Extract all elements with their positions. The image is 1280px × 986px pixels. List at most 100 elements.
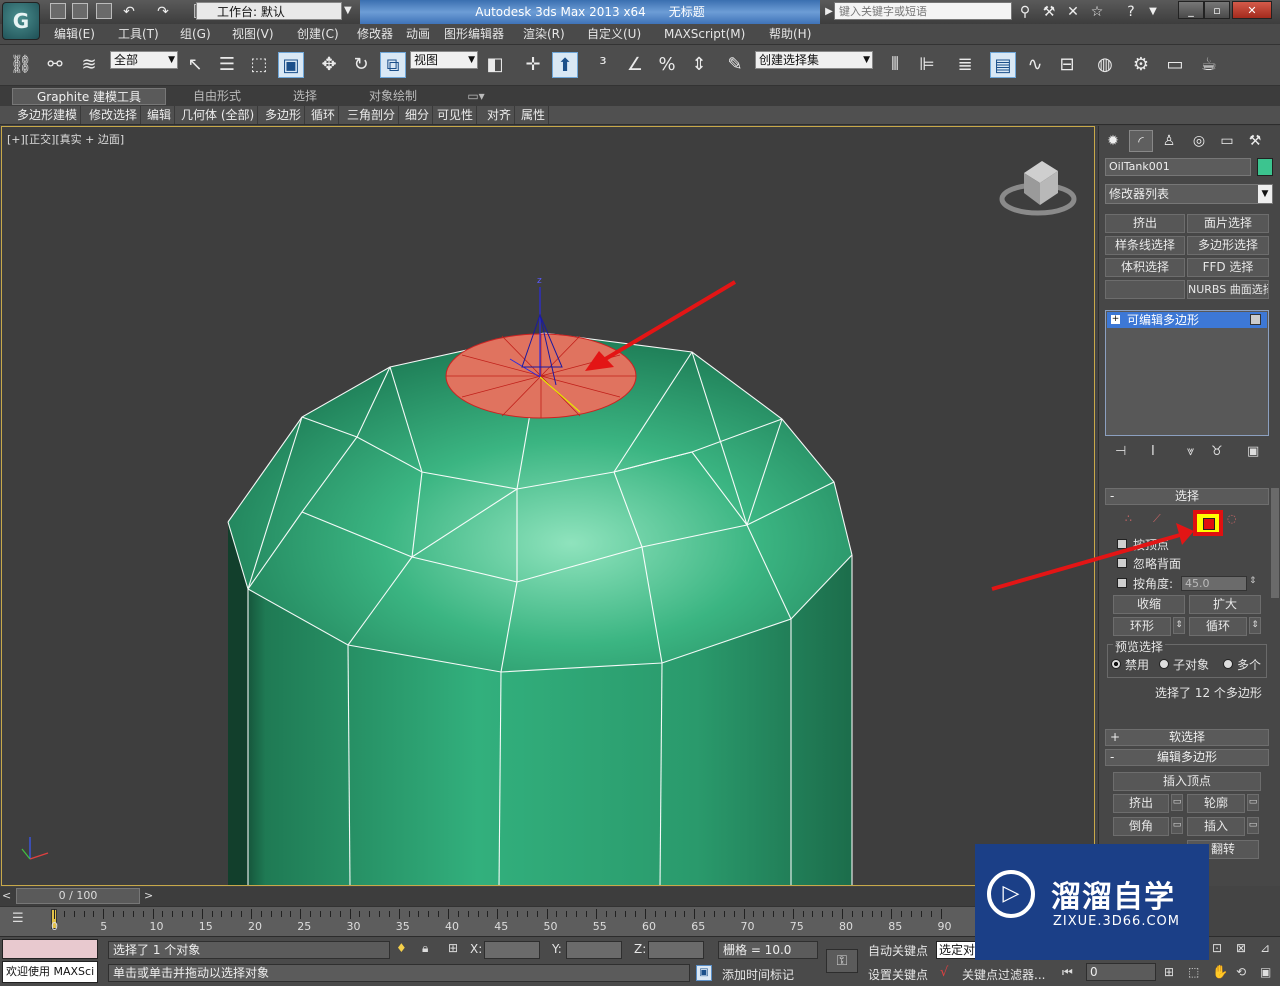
tab-selection[interactable]: 选择	[268, 88, 342, 105]
schematic-view-icon[interactable]: ⊟	[1054, 52, 1080, 78]
menu-item-2[interactable]: 组(G)	[180, 24, 211, 44]
ribbon-item-9[interactable]: 对齐	[484, 106, 516, 124]
angle-snap-icon[interactable]: ∠	[622, 52, 648, 78]
menu-item-0[interactable]: 编辑(E)	[54, 24, 95, 44]
absolute-mode-icon[interactable]: ⊞	[448, 941, 458, 955]
isolate-icon[interactable]: ♦	[396, 941, 407, 955]
render-setup-icon[interactable]: ⚙	[1128, 52, 1154, 78]
bevel-settings-icon[interactable]: ▭	[1171, 817, 1183, 834]
y-coordinate-input[interactable]	[566, 941, 622, 959]
workspace-arrow-icon[interactable]: ▼	[344, 2, 358, 20]
menu-item-9[interactable]: 自定义(U)	[587, 24, 641, 44]
subscription-icon[interactable]: ⚒	[1040, 3, 1058, 21]
zoom-extents-all-icon[interactable]: ⊠	[1236, 941, 1246, 955]
time-config-icon[interactable]: ⊞	[1164, 965, 1174, 979]
mod-empty-button[interactable]	[1105, 280, 1185, 299]
goto-start-icon[interactable]: ⏮	[1062, 965, 1073, 980]
rendered-frame-icon[interactable]: ▭	[1162, 52, 1188, 78]
make-unique-icon[interactable]: ⩔	[1187, 444, 1194, 459]
render-teapot-icon[interactable]: ☕	[1196, 52, 1222, 78]
select-by-name-icon[interactable]: ☰	[214, 52, 240, 78]
modifier-stack[interactable]: + 可编辑多边形	[1105, 310, 1269, 436]
preview-subobject-radio[interactable]	[1159, 659, 1169, 669]
manipulate-icon[interactable]: ✛	[520, 52, 546, 78]
app-logo-icon[interactable]: G	[2, 2, 40, 40]
mod-vol-select-button[interactable]: 体积选择	[1105, 258, 1185, 277]
maxscript-listener[interactable]: 欢迎使用 MAXSci	[2, 961, 98, 983]
pivot-center-icon[interactable]: ◧	[482, 52, 508, 78]
key-filter-icon[interactable]: √	[940, 965, 948, 980]
mod-poly-select-button[interactable]: 多边形选择	[1187, 236, 1269, 255]
workspace-dropdown[interactable]: 工作台: 默认	[196, 2, 342, 20]
named-selection-dropdown[interactable]: 创建选择集 ▼	[755, 51, 873, 69]
save-file-icon[interactable]	[96, 3, 112, 19]
auto-key-button[interactable]: 自动关键点	[868, 942, 928, 959]
help-icon[interactable]: ?	[1122, 3, 1140, 21]
current-frame-input[interactable]: 0	[1086, 963, 1156, 981]
redo-icon[interactable]: ↷	[154, 3, 172, 21]
scale-icon[interactable]: ⧉	[380, 52, 406, 78]
prev-frame-icon[interactable]: <	[2, 889, 11, 902]
menu-item-10[interactable]: MAXScript(M)	[664, 24, 745, 44]
modify-tab-icon[interactable]: ◜	[1129, 130, 1153, 152]
ribbon-item-1[interactable]: 修改选择	[86, 106, 142, 124]
ring-spinner-icon[interactable]: ⇕	[1173, 617, 1185, 634]
pin-stack-icon[interactable]: ⊣	[1115, 444, 1126, 459]
panel-scrollbar[interactable]	[1271, 488, 1279, 598]
perspective-viewport[interactable]: [+][正交][真实 + 边面] z	[1, 126, 1095, 886]
window-crossing-icon[interactable]: ▣	[278, 52, 304, 78]
time-slider-thumb[interactable]: 0 / 100	[16, 888, 140, 904]
stack-item-editable-poly[interactable]: + 可编辑多边形	[1107, 312, 1267, 328]
x-coordinate-input[interactable]	[484, 941, 540, 959]
stack-item-toggle-icon[interactable]	[1250, 314, 1261, 325]
ribbon-options-icon[interactable]: ▭▾	[462, 88, 490, 105]
menu-item-6[interactable]: 动画	[406, 24, 430, 44]
mirror-icon[interactable]: ⫴	[882, 52, 908, 78]
oil-tank-mesh[interactable]: z	[2, 127, 1094, 885]
menu-item-11[interactable]: 帮助(H)	[769, 24, 811, 44]
ribbon-item-4[interactable]: 多边形	[262, 106, 306, 124]
tab-freeform[interactable]: 自由形式	[172, 88, 262, 105]
selected-polygons[interactable]	[445, 333, 637, 419]
loop-spinner-icon[interactable]: ⇕	[1249, 617, 1261, 634]
inset-button[interactable]: 插入	[1187, 817, 1245, 836]
object-color-swatch[interactable]	[1257, 158, 1273, 176]
edit-named-sel-icon[interactable]: ✎	[722, 52, 748, 78]
show-end-result-icon[interactable]: Ⅰ	[1151, 444, 1155, 459]
add-time-tag[interactable]: 添加时间标记	[722, 966, 794, 983]
keyboard-shortcut-icon[interactable]: ⬆	[552, 52, 578, 78]
mod-patch-select-button[interactable]: 面片选择	[1187, 214, 1269, 233]
z-coordinate-input[interactable]	[648, 941, 704, 959]
minimize-button[interactable]: _	[1178, 1, 1204, 19]
next-frame-icon[interactable]: >	[144, 889, 153, 902]
mod-ffd-select-button[interactable]: FFD 选择	[1187, 258, 1269, 277]
align-icon[interactable]: ⊫	[914, 52, 940, 78]
ribbon-item-0[interactable]: 多边形建模	[14, 106, 82, 124]
layer-manager-icon[interactable]: ≣	[952, 52, 978, 78]
soft-selection-rollout-header[interactable]: + 软选择	[1105, 729, 1269, 746]
outline-button[interactable]: 轮廓	[1187, 794, 1245, 813]
menu-item-1[interactable]: 工具(T)	[118, 24, 159, 44]
track-bar[interactable]: ☰ 0 5 10 15 20 25 30 35 40 45 50 55 60 65 70 75 80 85 90	[0, 906, 1095, 937]
object-name-field[interactable]: OilTank001	[1105, 158, 1251, 176]
view-cube[interactable]	[999, 161, 1077, 216]
menu-item-4[interactable]: 创建(C)	[297, 24, 339, 44]
ribbon-item-6[interactable]: 三角剖分	[344, 106, 400, 124]
orbit-icon[interactable]: ⟲	[1236, 965, 1246, 979]
loop-button[interactable]: 循环	[1189, 617, 1247, 636]
select-object-icon[interactable]: ↖	[182, 52, 208, 78]
element-mode-icon[interactable]: ◌	[1227, 512, 1237, 525]
new-file-icon[interactable]	[50, 3, 66, 19]
maxscript-listener-pink[interactable]	[2, 939, 98, 959]
remove-modifier-icon[interactable]: ♉	[1211, 444, 1223, 459]
modifier-list-dropdown[interactable]: 修改器列表 ▼	[1105, 184, 1273, 204]
pan-icon[interactable]: ✋	[1212, 965, 1228, 980]
inset-settings-icon[interactable]: ▭	[1247, 817, 1259, 834]
set-key-button[interactable]: 设置关键点	[868, 966, 928, 983]
close-button[interactable]: ✕	[1232, 1, 1272, 19]
curve-editor-icon[interactable]: ∿	[1022, 52, 1048, 78]
ribbon-item-3[interactable]: 几何体 (全部)	[178, 106, 259, 124]
restore-button[interactable]: ▫	[1204, 1, 1230, 19]
move-icon[interactable]: ✥	[316, 52, 342, 78]
snaps-toggle-icon[interactable]: ³	[590, 52, 616, 78]
